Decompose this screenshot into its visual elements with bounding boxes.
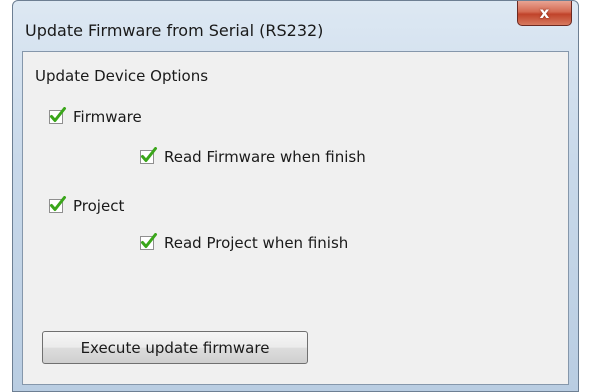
checkbox-checked-icon[interactable] xyxy=(140,147,157,165)
update-firmware-dialog: Update Firmware from Serial (RS232) x Up… xyxy=(12,0,579,392)
execute-update-button[interactable]: Execute update firmware xyxy=(42,331,308,364)
project-label: Project xyxy=(73,197,125,215)
read-project-label: Read Project when finish xyxy=(164,234,349,252)
group-title: Update Device Options xyxy=(35,67,209,85)
close-button[interactable]: x xyxy=(517,1,572,26)
window-title: Update Firmware from Serial (RS232) xyxy=(25,21,324,40)
title-bar[interactable]: Update Firmware from Serial (RS232) x xyxy=(13,1,578,51)
firmware-checkbox[interactable]: Firmware xyxy=(49,106,142,128)
read-firmware-label: Read Firmware when finish xyxy=(164,148,366,166)
read-project-checkbox[interactable]: Read Project when finish xyxy=(140,232,348,254)
close-icon: x xyxy=(539,3,550,22)
checkbox-checked-icon[interactable] xyxy=(49,196,66,214)
read-firmware-checkbox[interactable]: Read Firmware when finish xyxy=(140,146,366,168)
firmware-label: Firmware xyxy=(73,108,142,126)
checkbox-checked-icon[interactable] xyxy=(140,233,157,251)
dialog-body: Update Device Options Firmware Read Firm… xyxy=(22,51,569,385)
checkbox-checked-icon[interactable] xyxy=(49,107,66,125)
project-checkbox[interactable]: Project xyxy=(49,195,124,217)
